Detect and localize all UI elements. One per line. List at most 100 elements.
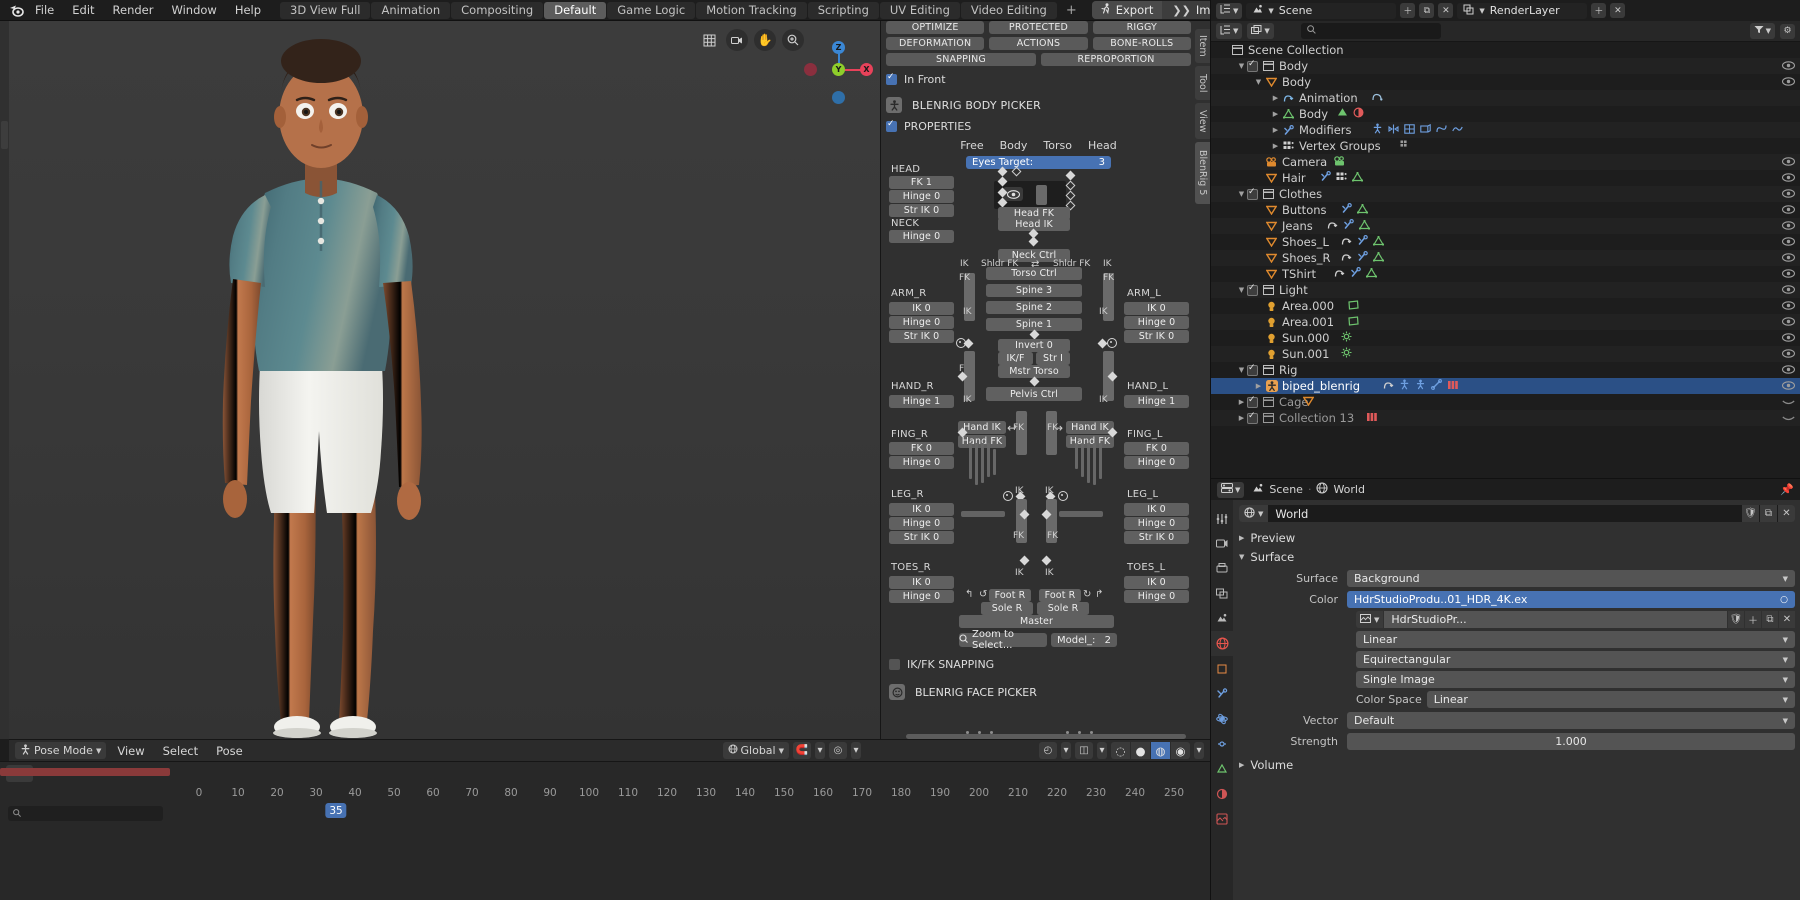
collection-checkbox[interactable] [1247,395,1258,408]
spine-2-ctrl[interactable]: Spine 2 [986,301,1082,314]
strength-value-field[interactable]: 1.000 [1347,733,1795,750]
eye-icon[interactable] [1781,332,1796,345]
group-icon[interactable] [1447,380,1459,393]
disclosure-triangle-icon[interactable]: ▶ [1270,94,1281,102]
shading-solid[interactable]: ● [1131,742,1150,759]
remove-scene-button[interactable]: ✕ [1438,3,1454,18]
vector-value-field[interactable]: Default ▼ [1347,712,1795,729]
foot-rot-l[interactable]: ↻ [1083,589,1091,600]
texture-shield-icon[interactable]: 🛡 [1728,611,1744,628]
tab-body[interactable]: Body [1000,139,1028,152]
eye-closed-icon[interactable] [1782,412,1795,425]
outliner-row-body[interactable]: ▼ Body [1211,58,1800,74]
outliner-row-animation[interactable]: ▶ Animation [1211,90,1800,106]
vtab-item[interactable]: Item [1195,29,1210,63]
eye-icon[interactable] [1781,156,1796,169]
outliner-row-vertex-groups[interactable]: ▶ Vertex Groups [1211,138,1800,154]
outliner-id-type-filter[interactable]: ▼ [1247,23,1274,39]
outliner-row-camera[interactable]: Camera [1211,154,1800,170]
head-strik-button[interactable]: Str IK 0 [889,204,954,217]
menu-render[interactable]: Render [104,0,163,21]
eye-icon[interactable] [1781,188,1796,201]
eye-icon[interactable] [1781,284,1796,297]
neck-marker-b[interactable] [1028,236,1039,247]
head-marker-7[interactable] [1065,180,1076,191]
add-workspace-button[interactable]: + [1058,3,1085,18]
collection-checkbox[interactable] [1247,283,1258,296]
arm-r-elbow[interactable] [963,338,974,349]
outliner-filter-button[interactable]: ▼ [1749,23,1775,39]
outliner-row-area-001[interactable]: Area.001 [1211,314,1800,330]
prop-tab-scene[interactable] [1211,606,1233,631]
grid-icon[interactable] [698,29,720,51]
remove-viewlayer-button[interactable]: ✕ [1610,3,1626,18]
world-name-value[interactable]: World [1268,507,1741,521]
torso-ctrl[interactable]: Torso Ctrl [986,267,1082,280]
smooth-icon[interactable] [1452,124,1463,137]
leg-r-strik-button[interactable]: Str IK 0 [889,531,954,544]
outliner-row-light[interactable]: ▼ Light [1211,282,1800,298]
breadcrumb-world-label[interactable]: World [1333,483,1365,496]
disclosure-triangle-icon[interactable]: ▶ [1270,126,1281,134]
mesh-icon[interactable] [1351,171,1364,185]
viewport-menu-select[interactable]: Select [156,744,205,758]
prop-tab-object[interactable] [1211,656,1233,681]
disclosure-triangle-icon[interactable]: ▼ [1236,366,1247,374]
toes-l-hinge-button[interactable]: Hinge 0 [1124,590,1189,603]
sun-light-icon[interactable] [1341,331,1352,345]
outliner-row-clothes[interactable]: ▼ Clothes [1211,186,1800,202]
eye-icon[interactable] [1781,60,1796,73]
workspace-tab-video-editing[interactable]: Video Editing [960,1,1057,19]
fing-r-hinge-button[interactable]: Hinge 0 [889,456,954,469]
timeline-search[interactable] [8,806,163,821]
foot-r-button[interactable]: Foot R [989,589,1031,602]
collection-checkbox[interactable] [1247,59,1258,72]
animation-icon[interactable] [1327,220,1338,233]
prop-tab-data[interactable] [1211,756,1233,781]
eye-icon[interactable] [1781,252,1796,265]
eye-target-bar[interactable] [1036,185,1047,205]
outliner-row-body[interactable]: ▼ Body [1211,74,1800,90]
collection-checkbox[interactable] [1247,187,1258,200]
properties-checkbox[interactable] [886,119,897,132]
prop-tab-modifier[interactable] [1211,681,1233,706]
prop-tab-viewlayer[interactable] [1211,581,1233,606]
projection-dropdown[interactable]: Equirectangular ▼ [1356,651,1795,668]
action-icon[interactable] [1372,92,1383,105]
eye-icon[interactable] [1781,172,1796,185]
arm-r-hinge-button[interactable]: Hinge 0 [889,316,954,329]
eye-closed-icon[interactable] [1782,396,1795,409]
color-space-dropdown[interactable]: Linear ▼ [1426,691,1795,708]
properties-row[interactable]: PROPERTIES [886,119,1191,133]
camera-data-icon[interactable] [1334,155,1346,169]
sun-light-icon[interactable] [1341,347,1352,361]
magnet-icon[interactable]: 🧲 [793,742,811,759]
workspace-tab-default[interactable]: Default [544,1,607,19]
arm-l-strik-button[interactable]: Str IK 0 [1124,330,1189,343]
vertexgroup-icon[interactable] [1336,172,1347,185]
disclosure-triangle-icon[interactable]: ▶ [1270,142,1281,150]
outliner-row-biped-blenrig[interactable]: ▶ biped_blenrig [1211,378,1800,394]
tab-free[interactable]: Free [960,139,983,152]
spine-marker[interactable] [1029,329,1040,340]
xray-dropdown-chevron[interactable]: ▾ [1097,742,1107,759]
arm-r-strik-button[interactable]: Str IK 0 [889,330,954,343]
eye-icon[interactable] [1781,316,1796,329]
workspace-tab-3d-view-full[interactable]: 3D View Full [280,1,371,19]
shading-material[interactable]: ◍ [1151,742,1170,759]
viewlayer-selector[interactable]: ▼ RenderLayer [1457,2,1588,19]
finger-l-5[interactable] [1075,443,1078,469]
disclosure-triangle-icon[interactable]: ▶ [1236,398,1247,406]
dots-icon[interactable] [1400,140,1411,153]
prop-tab-physics[interactable] [1211,706,1233,731]
prop-tab-constraint[interactable] [1211,731,1233,756]
solidify-icon[interactable] [1420,123,1431,137]
finger-r-1[interactable] [969,443,972,479]
workspace-tab-motion-tracking[interactable]: Motion Tracking [696,1,807,19]
finger-l-2[interactable] [1093,443,1096,485]
disclosure-triangle-icon[interactable]: ▼ [1253,78,1264,86]
outliner-row-scene-collection[interactable]: Scene Collection [1211,42,1800,58]
modifier-icon[interactable] [1343,219,1354,233]
foot-slider-r[interactable] [961,511,1005,517]
world-new-icon[interactable]: ⧉ [1760,505,1777,522]
